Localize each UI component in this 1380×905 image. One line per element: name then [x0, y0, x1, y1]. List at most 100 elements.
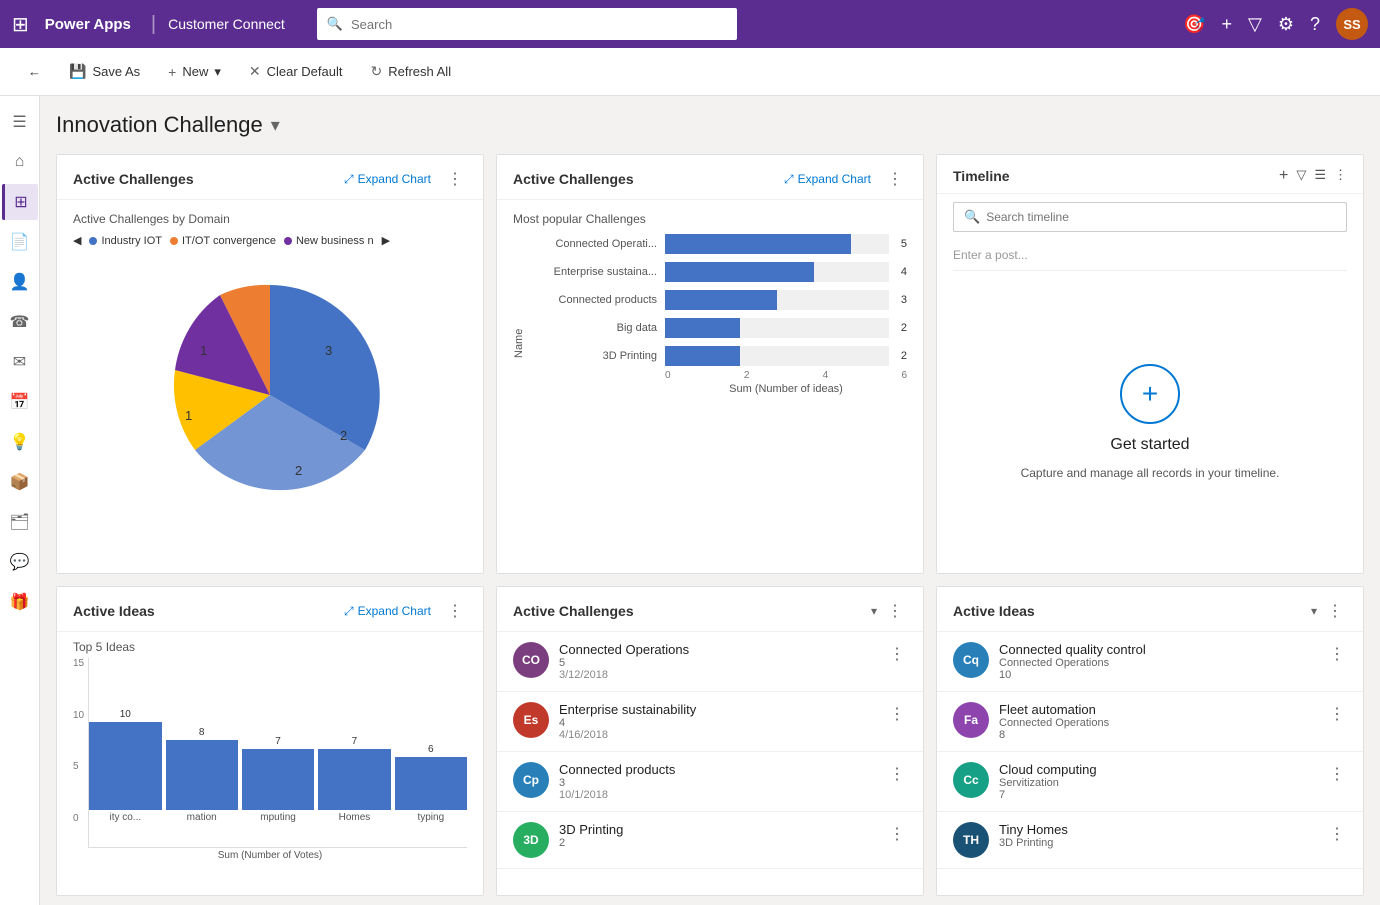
idea-count-0: 10	[999, 669, 1317, 681]
ideas-expand-label: Expand Chart	[358, 604, 431, 618]
timeline-empty-sub: Capture and manage all records in your t…	[1021, 466, 1280, 480]
sidebar-item-documents[interactable]: 📄	[2, 224, 38, 260]
active-challenges-bar-card: Active Challenges ⤢ Expand Chart ⋮ Most …	[496, 154, 924, 574]
challenges-list-chevron-icon[interactable]: ▾	[871, 604, 877, 618]
x-axis-ticks: 0 2 4 6	[537, 370, 907, 381]
global-search-input[interactable]	[351, 17, 727, 32]
pie-label-2b: 2	[340, 428, 347, 443]
clear-default-button[interactable]: ✕ Clear Default	[237, 57, 355, 86]
add-icon[interactable]: +	[1221, 14, 1232, 35]
legend-prev-icon[interactable]: ◀	[73, 234, 81, 247]
timeline-empty-title: Get started	[1110, 436, 1189, 454]
sidebar-item-offers[interactable]: 🎁	[2, 584, 38, 620]
timeline-empty-state: + Get started Capture and manage all rec…	[937, 271, 1363, 573]
top-nav-right: 🎯 + ▽ ⚙ ? SS	[1183, 8, 1368, 40]
sidebar-item-chat[interactable]: 💬	[2, 544, 38, 580]
v-bar-chart: 15 10 5 0 10 ity co...	[73, 658, 467, 848]
nav-separator: |	[151, 13, 156, 36]
idea-avatar-3: TH	[953, 822, 989, 858]
timeline-search-input[interactable]	[986, 210, 1336, 224]
user-avatar[interactable]: SS	[1336, 8, 1368, 40]
sidebar-item-phone[interactable]: ☎	[2, 304, 38, 340]
sidebar-item-categories[interactable]: 🗂	[2, 504, 38, 540]
new-icon: +	[168, 64, 176, 80]
new-button[interactable]: + New ▾	[156, 58, 233, 86]
pie-chart-svg: 3 2 1 1 2	[140, 265, 400, 525]
timeline-columns-icon[interactable]: ☰	[1314, 167, 1326, 185]
idea-more-0[interactable]: ⋮	[1327, 642, 1347, 666]
challenge-date-2: 10/1/2018	[559, 789, 877, 801]
page-title-chevron-icon[interactable]: ▾	[271, 115, 280, 136]
challenge-more-2[interactable]: ⋮	[887, 762, 907, 786]
pie-more-icon[interactable]: ⋮	[443, 167, 467, 191]
clear-default-label: Clear Default	[267, 64, 343, 79]
bar-label-4: 3D Printing	[537, 350, 657, 362]
page-title: Innovation Challenge	[56, 112, 263, 138]
active-challenges-pie-card: Active Challenges ⤢ Expand Chart ⋮ Activ…	[56, 154, 484, 574]
pie-label-3: 3	[325, 343, 332, 358]
bar-chart-subtitle: Most popular Challenges	[513, 212, 907, 226]
ideas-more-icon[interactable]: ⋮	[443, 599, 467, 623]
bar-track-3	[665, 318, 889, 338]
bar-fill-4	[665, 346, 740, 366]
list-item: CO Connected Operations 5 3/12/2018 ⋮	[497, 632, 923, 692]
timeline-add-icon[interactable]: +	[1279, 167, 1288, 185]
ideas-chart-subtitle: Top 5 Ideas	[73, 640, 467, 654]
timeline-more-icon[interactable]: ⋮	[1334, 167, 1347, 185]
refresh-icon: ↻	[370, 63, 382, 80]
target-icon[interactable]: 🎯	[1183, 14, 1205, 35]
sidebar-item-ideas[interactable]: 💡	[2, 424, 38, 460]
x-tick-0: 0	[665, 370, 671, 381]
pie-expand-button[interactable]: ⤢ Expand Chart	[340, 170, 435, 189]
settings-icon[interactable]: ⚙	[1278, 14, 1294, 35]
sidebar-item-products[interactable]: 📦	[2, 464, 38, 500]
idea-avatar-2: Cc	[953, 762, 989, 798]
bar-row-1: Enterprise sustaina... 4	[537, 262, 907, 282]
bar-more-icon[interactable]: ⋮	[883, 167, 907, 191]
back-button[interactable]: ←	[16, 58, 53, 85]
bar-fill-0	[665, 234, 851, 254]
bar-expand-button[interactable]: ⤢ Expand Chart	[780, 170, 875, 189]
v-bar-fill-0	[89, 722, 161, 810]
ideas-expand-button[interactable]: ⤢ Expand Chart	[340, 602, 435, 621]
sidebar-item-menu[interactable]: ☰	[2, 104, 38, 140]
idea-more-3[interactable]: ⋮	[1327, 822, 1347, 846]
challenge-count-1: 4	[559, 717, 877, 729]
grid-icon[interactable]: ⊞	[12, 12, 29, 37]
challenges-list-more-icon[interactable]: ⋮	[883, 599, 907, 623]
list-item: Cc Cloud computing Servitization 7 ⋮	[937, 752, 1363, 812]
bar-label-2: Connected products	[537, 294, 657, 306]
list-item: TH Tiny Homes 3D Printing ⋮	[937, 812, 1363, 869]
sidebar-item-email[interactable]: ✉	[2, 344, 38, 380]
challenge-name-1: Enterprise sustainability	[559, 702, 877, 717]
sidebar-item-contacts[interactable]: 👤	[2, 264, 38, 300]
bar-label-1: Enterprise sustaina...	[537, 266, 657, 278]
idea-more-2[interactable]: ⋮	[1327, 762, 1347, 786]
ideas-list-more-icon[interactable]: ⋮	[1323, 599, 1347, 623]
sidebar-item-calendar[interactable]: 📅	[2, 384, 38, 420]
ideas-card-actions: ⤢ Expand Chart ⋮	[340, 599, 467, 623]
ideas-list-chevron-icon[interactable]: ▾	[1311, 604, 1317, 618]
legend-next-icon[interactable]: ▶	[382, 234, 390, 247]
timeline-plus-button[interactable]: +	[1120, 364, 1180, 424]
idea-more-1[interactable]: ⋮	[1327, 702, 1347, 726]
help-icon[interactable]: ?	[1310, 14, 1320, 35]
filter-icon[interactable]: ▽	[1248, 14, 1262, 35]
sidebar-item-dashboard[interactable]: ⊞	[2, 184, 38, 220]
timeline-post-input[interactable]: Enter a post...	[953, 240, 1347, 271]
challenge-more-1[interactable]: ⋮	[887, 702, 907, 726]
challenges-list-scroll: CO Connected Operations 5 3/12/2018 ⋮ Es…	[497, 632, 923, 895]
challenge-more-3[interactable]: ⋮	[887, 822, 907, 846]
idea-sub-0: Connected Operations	[999, 657, 1317, 669]
save-as-button[interactable]: 💾 Save As	[57, 57, 152, 86]
refresh-all-button[interactable]: ↻ Refresh All	[358, 57, 463, 86]
timeline-filter-icon[interactable]: ▽	[1296, 167, 1306, 185]
challenge-more-0[interactable]: ⋮	[887, 642, 907, 666]
new-chevron-icon: ▾	[214, 64, 221, 80]
sidebar-item-home[interactable]: ⌂	[2, 144, 38, 180]
idea-name-1: Fleet automation	[999, 702, 1317, 717]
bar-value-2: 3	[901, 294, 907, 306]
legend-item-2: New business n	[284, 235, 374, 247]
legend-dot-2	[284, 237, 292, 245]
pie-expand-label: Expand Chart	[358, 172, 431, 186]
